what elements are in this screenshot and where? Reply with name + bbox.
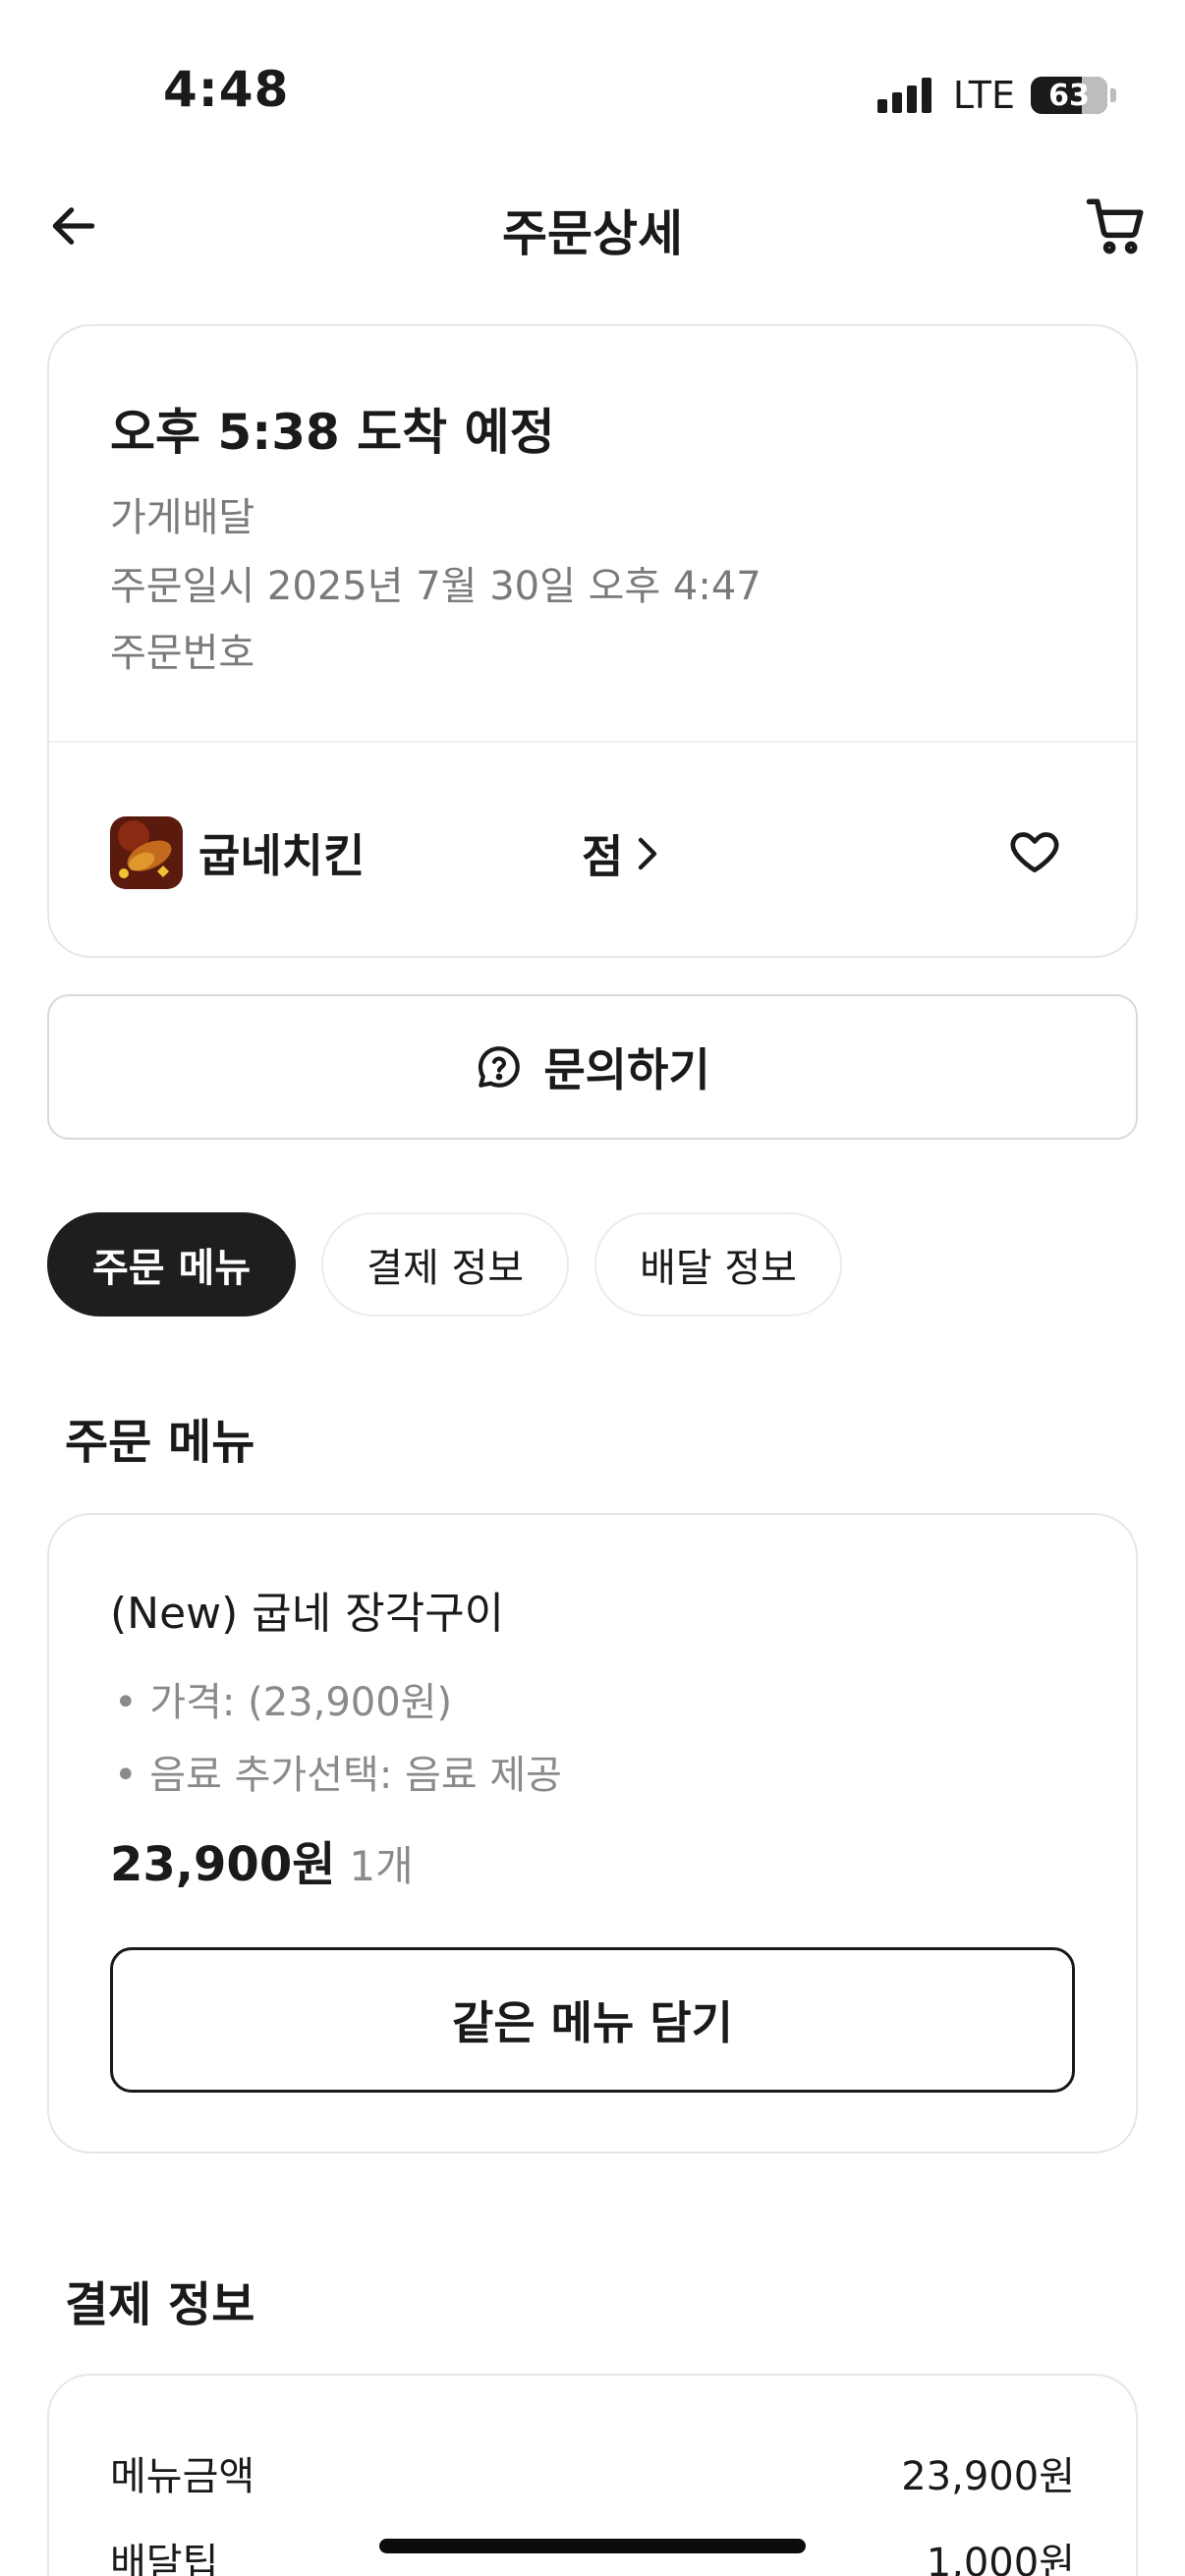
order-number-label: 주문번호 <box>110 631 255 676</box>
menu-item-price: 23,900원 <box>110 1837 336 1892</box>
question-bubble-icon <box>479 1046 521 1088</box>
home-indicator[interactable] <box>379 2539 806 2553</box>
network-type: LTE <box>952 74 1015 117</box>
inquiry-label: 문의하기 <box>543 1043 710 1096</box>
payment-row: 배달팁 1,000원 <box>110 2531 1075 2576</box>
menu-item-quantity: 1개 <box>349 1842 414 1890</box>
payment-section-title: 결제 정보 <box>65 2277 255 2332</box>
menu-option: • 가격: (23,900원) <box>114 1680 453 1725</box>
battery-tip <box>1110 88 1116 102</box>
status-time: 4:48 <box>163 61 290 118</box>
delivery-type: 가게배달 <box>110 495 255 540</box>
favorite-button[interactable] <box>1002 819 1067 884</box>
menu-option: • 음료 추가선택: 음료 제공 <box>114 1753 562 1798</box>
chevron-right-icon <box>639 837 657 870</box>
store-suffix-text: 점 <box>582 830 624 883</box>
payment-row-value: 23,900원 <box>901 2454 1075 2499</box>
eta-text: 오후 5:38 도착 예정 <box>110 404 555 461</box>
menu-item-card: (New) 굽네 장각구이 • 가격: (23,900원) • 음료 추가선택:… <box>47 1513 1138 2154</box>
store-link[interactable]: 점 <box>582 821 662 886</box>
signal-icon <box>876 78 931 113</box>
store-logo <box>110 816 183 889</box>
payment-row-value: 1,000원 <box>926 2541 1075 2576</box>
tab-payment-info[interactable]: 결제 정보 <box>321 1212 570 1316</box>
section-tabs: 주문 메뉴 결제 정보 배달 정보 <box>47 1212 842 1316</box>
status-indicators: LTE 63 <box>876 71 1116 120</box>
order-summary-card: 오후 5:38 도착 예정 가게배달 주문일시 2025년 7월 30일 오후 … <box>47 324 1138 958</box>
battery-icon: 63 <box>1031 77 1107 114</box>
order-detail-screen: 4:48 LTE 63 주문상세 오후 5:38 도착 예정 가게배달 주문일시… <box>0 0 1185 2576</box>
store-row[interactable]: 굽네치킨 점 <box>110 813 1075 892</box>
add-same-menu-button[interactable]: 같은 메뉴 담기 <box>110 1947 1075 2093</box>
store-name: 굽네치킨 <box>198 829 366 882</box>
inquiry-button[interactable]: 문의하기 <box>47 994 1138 1140</box>
menu-item-name: (New) 굽네 장각구이 <box>110 1589 505 1639</box>
cart-button[interactable] <box>1079 191 1154 261</box>
payment-row-label: 배달팁 <box>110 2541 219 2576</box>
cart-icon <box>1086 198 1144 254</box>
heart-icon <box>1010 832 1059 872</box>
menu-section-title: 주문 메뉴 <box>65 1415 255 1470</box>
price-row: 23,900원 1개 <box>110 1825 414 1894</box>
tab-order-menu[interactable]: 주문 메뉴 <box>47 1212 297 1316</box>
battery-level: 63 <box>1048 78 1090 113</box>
payment-row-label: 메뉴금액 <box>110 2454 255 2499</box>
payment-row: 메뉴금액 23,900원 <box>110 2444 1075 2501</box>
order-datetime: 주문일시 2025년 7월 30일 오후 4:47 <box>110 564 762 609</box>
top-nav: 주문상세 <box>0 177 1185 275</box>
tab-delivery-info[interactable]: 배달 정보 <box>594 1212 842 1316</box>
page-title: 주문상세 <box>502 205 683 262</box>
divider <box>49 741 1136 743</box>
